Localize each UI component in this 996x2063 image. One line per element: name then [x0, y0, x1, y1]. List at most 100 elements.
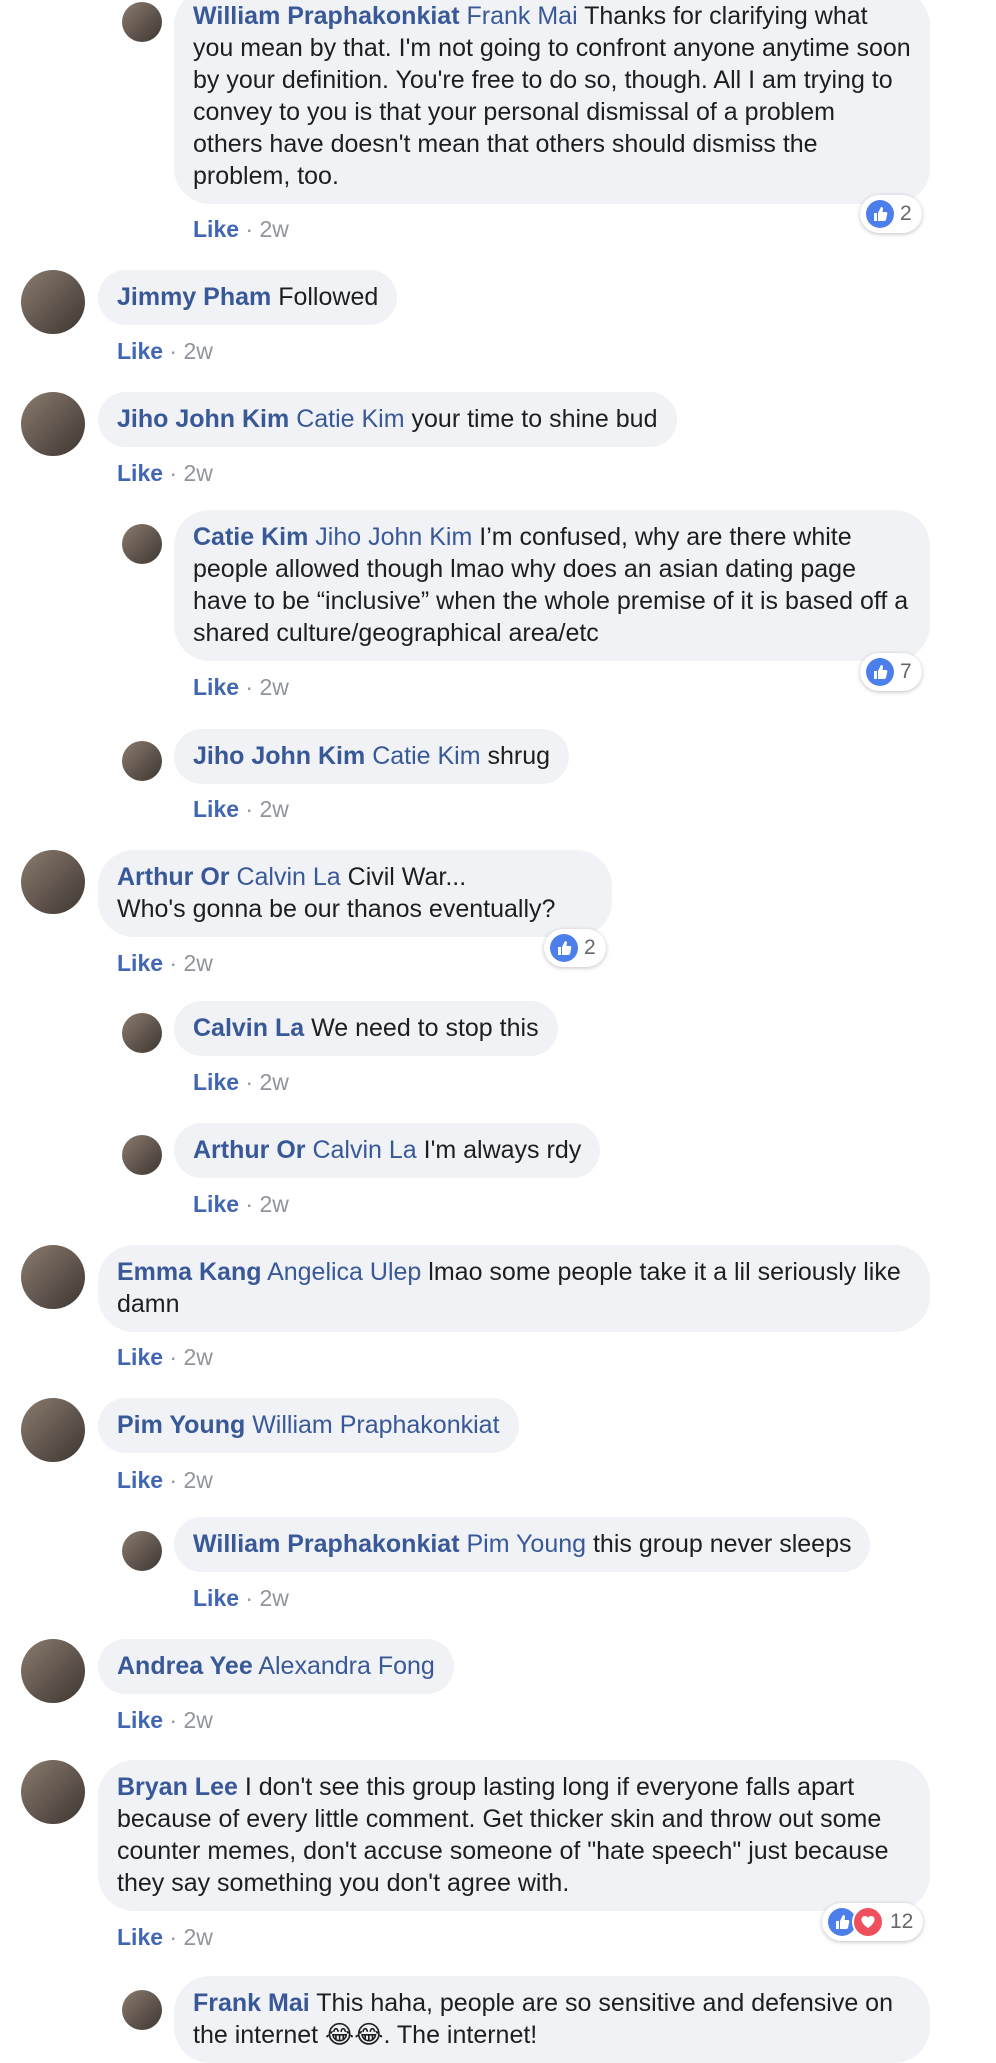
avatar[interactable] [122, 1013, 162, 1053]
comment-author[interactable]: Calvin La [193, 1014, 304, 1042]
comment-author[interactable]: Arthur Or [117, 863, 230, 891]
comment-author[interactable]: Jiho John Kim [117, 405, 289, 433]
comment-bubble: Jiho John Kim Catie Kim shrug [174, 729, 570, 784]
like-button[interactable]: Like [193, 674, 239, 700]
mention-link[interactable]: Pim Young [466, 1530, 586, 1558]
avatar[interactable] [21, 1245, 85, 1309]
comment-meta: Like · 2w [117, 949, 213, 977]
comment-bubble: William Praphakonkiat Pim Young this gro… [174, 1517, 871, 1572]
comment-bubble: Calvin La We need to stop this [174, 1001, 558, 1056]
like-button[interactable]: Like [117, 1467, 163, 1493]
comment-text: Thanks for clarifying what you mean by t… [193, 2, 911, 190]
timestamp[interactable]: 2w [259, 216, 288, 242]
mention-link[interactable]: Catie Kim [372, 742, 480, 770]
avatar[interactable] [21, 1760, 85, 1824]
timestamp[interactable]: 2w [183, 1707, 212, 1733]
like-button[interactable]: Like [193, 1191, 239, 1217]
timestamp[interactable]: 2w [183, 460, 212, 486]
timestamp[interactable]: 2w [259, 674, 288, 700]
timestamp[interactable]: 2w [183, 1467, 212, 1493]
avatar[interactable] [122, 524, 162, 564]
avatar[interactable] [122, 741, 162, 781]
timestamp[interactable]: 2w [259, 796, 288, 822]
separator: · [239, 796, 260, 822]
like-button[interactable]: Like [117, 460, 163, 486]
comment-text: I'm always rdy [423, 1136, 582, 1164]
timestamp[interactable]: 2w [183, 338, 212, 364]
avatar[interactable] [21, 1639, 85, 1703]
avatar[interactable] [21, 392, 85, 456]
comment-author[interactable]: Catie Kim [193, 523, 308, 551]
comment-author[interactable]: Jiho John Kim [193, 742, 365, 770]
comment-meta: Like · 2w [193, 1190, 289, 1218]
like-button[interactable]: Like [117, 338, 163, 364]
mention-link[interactable]: Jiho John Kim [315, 523, 472, 551]
comment-bubble: Pim Young William Praphakonkiat [98, 1398, 519, 1453]
reaction-summary[interactable]: 12 [822, 1903, 924, 1941]
like-button[interactable]: Like [117, 1344, 163, 1370]
comment-meta: Like · 2w [117, 459, 213, 487]
timestamp[interactable]: 2w [259, 1585, 288, 1611]
avatar[interactable] [122, 2, 162, 42]
avatar[interactable] [21, 270, 85, 334]
reaction-summary[interactable]: 2 [544, 929, 606, 967]
comment-bubble: Arthur Or Calvin La Civil War... Who's g… [98, 850, 612, 937]
comment-meta: Like · 2w [117, 337, 213, 365]
like-button[interactable]: Like [117, 1707, 163, 1733]
separator: · [163, 1467, 184, 1493]
comment-author[interactable]: Emma Kang [117, 1258, 261, 1286]
timestamp[interactable]: 2w [259, 1191, 288, 1217]
comment-author[interactable]: Andrea Yee [117, 1652, 253, 1680]
avatar[interactable] [122, 1531, 162, 1571]
like-icon [866, 658, 894, 686]
like-button[interactable]: Like [193, 1069, 239, 1095]
like-icon [866, 200, 894, 228]
separator: · [239, 216, 260, 242]
comment-text: We need to stop this [311, 1014, 539, 1042]
comment-text: Followed [278, 283, 379, 311]
avatar[interactable] [122, 1990, 162, 2030]
comment-author[interactable]: William Praphakonkiat [193, 1530, 460, 1558]
comment-author[interactable]: Pim Young [117, 1411, 245, 1439]
comment-author[interactable]: Frank Mai [193, 1989, 310, 2017]
comment-text-line2: Who's gonna be our thanos eventually? [117, 895, 556, 923]
separator: · [239, 1585, 260, 1611]
comment-author[interactable]: Bryan Lee [117, 1773, 238, 1801]
like-button[interactable]: Like [193, 796, 239, 822]
comment-meta: Like · 2w [193, 673, 289, 701]
timestamp[interactable]: 2w [183, 1924, 212, 1950]
avatar[interactable] [122, 1135, 162, 1175]
like-button[interactable]: Like [117, 950, 163, 976]
mention-link[interactable]: Calvin La [236, 863, 340, 891]
comment-author[interactable]: Arthur Or [193, 1136, 306, 1164]
mention-link[interactable]: William Praphakonkiat [252, 1411, 499, 1439]
mention-link[interactable]: Catie Kim [296, 405, 404, 433]
comment-author[interactable]: Jimmy Pham [117, 283, 271, 311]
mention-link[interactable]: Alexandra Fong [258, 1652, 435, 1680]
reaction-count: 2 [900, 202, 912, 225]
avatar[interactable] [21, 1398, 85, 1462]
avatar[interactable] [21, 850, 85, 914]
comment-meta: Like · 2w [117, 1706, 213, 1734]
comment-bubble: Catie Kim Jiho John Kim I’m confused, wh… [174, 510, 930, 661]
separator: · [163, 460, 184, 486]
reaction-count: 12 [890, 1910, 914, 1933]
comment-bubble: Bryan Lee I don't see this group lasting… [98, 1760, 930, 1911]
comment-meta: Like · 2w [117, 1466, 213, 1494]
comment-bubble: Emma Kang Angelica Ulep lmao some people… [98, 1245, 930, 1332]
reaction-summary[interactable]: 2 [860, 195, 922, 233]
like-button[interactable]: Like [193, 216, 239, 242]
mention-link[interactable]: Calvin La [312, 1136, 416, 1164]
reaction-summary[interactable]: 7 [860, 653, 922, 691]
mention-link[interactable]: Frank Mai [466, 2, 577, 30]
comment-author[interactable]: William Praphakonkiat [193, 2, 460, 30]
comment-bubble: Andrea Yee Alexandra Fong [98, 1639, 454, 1694]
comment-meta: Like · 2w [193, 1068, 289, 1096]
timestamp[interactable]: 2w [183, 1344, 212, 1370]
like-button[interactable]: Like [193, 1585, 239, 1611]
mention-link[interactable]: Angelica Ulep [267, 1258, 421, 1286]
comment-bubble: Jimmy Pham Followed [98, 270, 398, 325]
like-button[interactable]: Like [117, 1924, 163, 1950]
timestamp[interactable]: 2w [183, 950, 212, 976]
timestamp[interactable]: 2w [259, 1069, 288, 1095]
